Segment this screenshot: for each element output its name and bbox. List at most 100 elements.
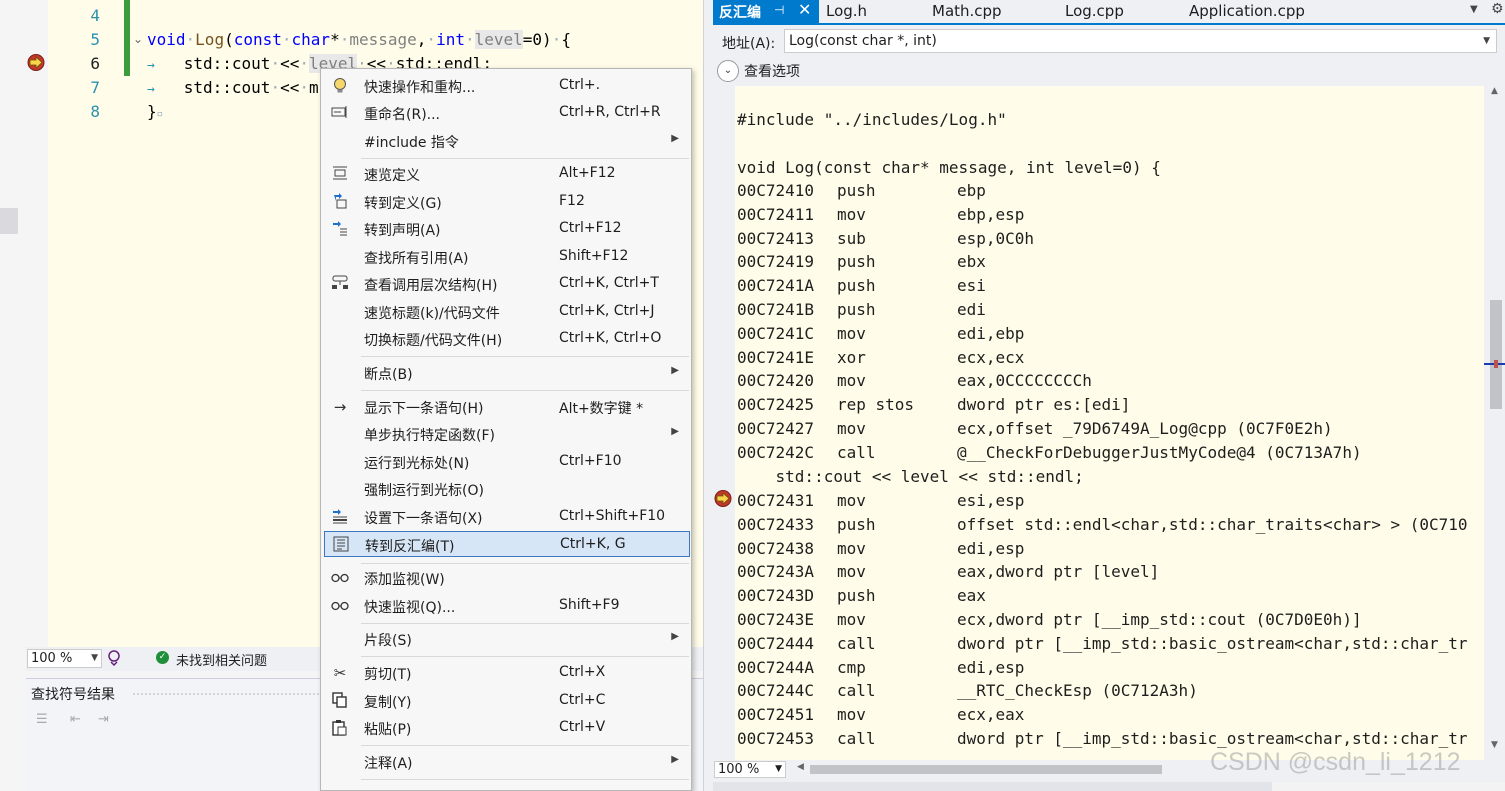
menu-item-cut[interactable]: ✂ 剪切(T) Ctrl+X (321, 660, 691, 686)
scroll-left-icon[interactable]: ◀ (797, 762, 804, 772)
menu-item-find-all-references[interactable]: 查找所有引用(A) Shift+F12 (321, 244, 691, 270)
menu-item-peek-definition[interactable]: 速览定义 Alt+F12 (321, 161, 691, 187)
menu-item-show-next-statement[interactable]: → 显示下一条语句(H) Alt+数字键 * (321, 394, 691, 420)
menu-item-rename[interactable]: 重命名(R)... Ctrl+R, Ctrl+R (321, 100, 691, 126)
code-line[interactable]: }▫ (147, 100, 163, 126)
disasm-row[interactable]: 00C72413 sub esp,0C0h (737, 227, 1034, 251)
disasm-row[interactable]: 00C7241C mov edi,ebp (737, 322, 1024, 346)
view-options-toggle[interactable]: ⌄ (717, 60, 739, 82)
menu-item-include-directives[interactable]: #include 指令 ▶ (321, 128, 691, 154)
menu-item-go-to-disassembly[interactable]: 转到反汇编(T) Ctrl+K, G (324, 531, 690, 557)
menu-item-comment[interactable]: 注释(A) ▶ (321, 749, 691, 775)
disasm-row[interactable]: 00C7243A mov eax,dword ptr [level] (737, 560, 1159, 584)
tab-application-cpp[interactable]: Application.cpp (1189, 2, 1305, 20)
disasm-row[interactable]: 00C72431 mov esi,esp (737, 489, 1024, 513)
tab-math-cpp[interactable]: Math.cpp (932, 2, 1002, 20)
disasm-operands: ebx (957, 252, 986, 272)
disasm-opcode: mov (837, 610, 866, 629)
menu-item-breakpoint[interactable]: 断点(B) ▶ (321, 360, 691, 386)
disasm-row[interactable]: 00C7243E mov ecx,dword ptr [__imp_std::cou… (737, 608, 1362, 632)
disasm-row[interactable]: 00C72438 mov edi,esp (737, 537, 1024, 561)
gear-icon[interactable]: ⚙ (1491, 1, 1504, 17)
menu-item-add-watch[interactable]: 添加监视(W) (321, 565, 691, 591)
disasm-row[interactable]: 00C72411 mov ebp,esp (737, 203, 1024, 227)
menu-item-run-to-cursor[interactable]: 运行到光标处(N) Ctrl+F10 (321, 449, 691, 475)
outdent-icon[interactable]: ⇤ (70, 712, 88, 728)
disasm-operands: __RTC_CheckEsp (0C712A3h) (957, 681, 1198, 701)
chevron-down-icon: ▼ (775, 764, 782, 774)
disasm-opcode: push (837, 276, 876, 296)
scroll-up-icon[interactable]: ▲ (1491, 86, 1498, 96)
submenu-arrow-icon: ▶ (671, 365, 679, 376)
keyword: int (436, 30, 465, 49)
disasm-row[interactable]: 00C72451 mov ecx,eax (737, 703, 1024, 727)
breakpoint-current-statement-icon[interactable] (27, 54, 47, 71)
menu-item-set-next-statement[interactable]: 设置下一条语句(X) Ctrl+Shift+F10 (321, 504, 691, 530)
disasm-row[interactable]: 00C7241B push edi (737, 298, 986, 322)
menu-separator (361, 656, 689, 657)
disasm-row[interactable]: 00C7241E xor ecx,ecx (737, 346, 1024, 370)
disasm-row[interactable]: 00C7243D push eax (737, 584, 986, 608)
zoom-select[interactable]: 100 % ▼ (714, 761, 786, 778)
collapse-chevron-icon[interactable]: ⌄ (133, 32, 143, 46)
find-panel-title[interactable]: 查找符号结果 (31, 684, 115, 704)
pin-icon[interactable]: ⊣ (774, 3, 784, 17)
menu-item-force-run-to-cursor[interactable]: 强制运行到光标(O) (321, 476, 691, 502)
disasm-opcode: mov (837, 562, 866, 582)
disasm-row[interactable]: 00C72410 push ebp (737, 179, 986, 203)
menu-item-toggle-header[interactable]: 切换标题/代码文件(H) Ctrl+K, Ctrl+O (321, 326, 691, 352)
vertical-scrollbar[interactable] (1488, 86, 1505, 760)
menu-item-quick-watch[interactable]: 快速监视(Q)... Shift+F9 (321, 593, 691, 619)
disasm-row[interactable]: 00C72420 mov eax,0CCCCCCCCh (737, 369, 1092, 393)
disasm-row[interactable]: 00C7242C call @__CheckForDebuggerJustMyCod… (737, 441, 1362, 465)
horizontal-scrollbar-thumb[interactable] (810, 765, 1162, 774)
scroll-down-icon[interactable]: ▼ (1491, 740, 1498, 750)
scrollbar-thumb[interactable] (1490, 300, 1502, 409)
address-value: Log(const char *, int) (789, 33, 937, 49)
menu-separator (361, 390, 689, 391)
code-line-signature[interactable]: void·Log(const·char*·message,·int·level=… (147, 28, 571, 52)
close-icon[interactable]: ✕ (798, 0, 811, 19)
disasm-row[interactable]: 00C7241A push esi (737, 274, 986, 298)
view-options-label[interactable]: 查看选项 (744, 61, 800, 81)
disassembly-icon (331, 536, 351, 554)
scissors-icon: ✂ (333, 664, 347, 682)
menu-item-quick-actions[interactable]: 快速操作和重构... Ctrl+. (321, 73, 691, 99)
intellicode-icon[interactable] (106, 650, 122, 666)
menu-item-snippets[interactable]: 片段(S) ▶ (321, 626, 691, 652)
menu-item-paste[interactable]: 粘贴(P) Ctrl+V (321, 715, 691, 741)
tab-overflow-chevron-icon[interactable]: ▼ (1470, 4, 1478, 15)
code-line[interactable]: → std::cout·<<·m (147, 76, 319, 102)
breakpoint-current-statement-icon[interactable] (713, 490, 733, 507)
editor-gutter[interactable] (0, 0, 48, 648)
menu-separator (361, 158, 689, 159)
indent-icon[interactable]: ⇥ (98, 712, 116, 728)
disasm-operands: edi,ebp (957, 323, 1025, 343)
disasm-opcode: mov (837, 371, 866, 391)
address-combo[interactable]: Log(const char *, int) ▼ (784, 29, 1497, 53)
address-label: 地址(A): (722, 36, 776, 52)
tab-log-h[interactable]: Log.h (826, 2, 867, 20)
menu-item-go-to-definition[interactable]: 转到定义(G) F12 (321, 189, 691, 215)
disasm-row[interactable]: 00C7244A cmp edi,esp (737, 656, 1024, 680)
list-view-icon[interactable]: ☰ (36, 712, 54, 728)
menu-item-copy[interactable]: 复制(Y) Ctrl+C (321, 688, 691, 714)
menu-item-go-to-declaration[interactable]: 转到声明(A) Ctrl+F12 (321, 216, 691, 242)
disasm-address: 00C72433 (737, 514, 815, 534)
disasm-operands: dword ptr [__imp_std::basic_ostream<char… (957, 633, 1468, 653)
tab-disassembly[interactable]: 反汇编 ⊣ ✕ (713, 0, 819, 23)
tab-log-cpp[interactable]: Log.cpp (1065, 2, 1124, 20)
zoom-select[interactable]: 100 % ▼ (27, 649, 102, 668)
menu-item-call-hierarchy[interactable]: 查看调用层次结构(H) Ctrl+K, Ctrl+T (321, 271, 691, 297)
disasm-row[interactable]: 00C72444 call dword ptr [__imp_std::basic_… (737, 632, 1468, 656)
disasm-row[interactable]: 00C72419 push ebx (737, 250, 986, 274)
go-to-definition-icon (330, 193, 350, 211)
menu-item-peek-header[interactable]: 速览标题(k)/代码文件 Ctrl+K, Ctrl+J (321, 299, 691, 325)
disasm-row[interactable]: 00C72433 push offset std::endl<char,std::c… (737, 513, 1468, 537)
menu-item-step-into-specific[interactable]: 单步执行特定函数(F) ▶ (321, 421, 691, 447)
disasm-row[interactable]: 00C72425 rep stos dword ptr es:[edi] (737, 393, 1130, 417)
disasm-row[interactable]: 00C72427 mov ecx,offset _79D6749A_Log@cpp … (737, 417, 1333, 441)
disasm-opcode: mov (837, 419, 866, 438)
disasm-row[interactable]: 00C7244C call __RTC_CheckEsp (0C712A3h) (737, 679, 1198, 703)
tab-strip-underline (713, 23, 1505, 25)
